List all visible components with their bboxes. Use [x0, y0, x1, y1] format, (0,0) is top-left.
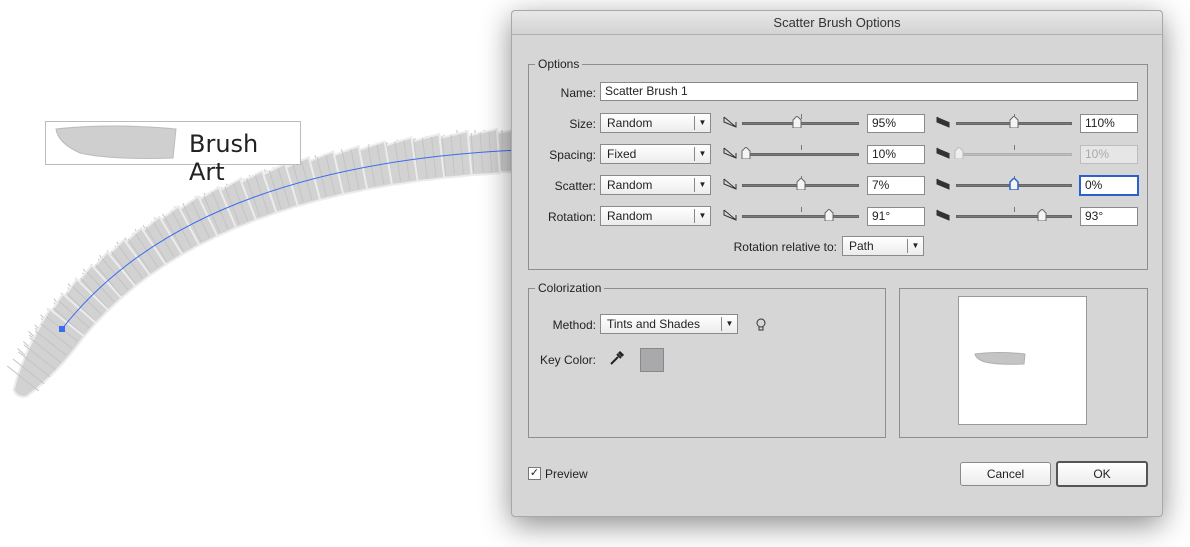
spacing-mode-value: Fixed: [607, 147, 637, 161]
chevron-down-icon: ▼: [694, 209, 710, 223]
name-input[interactable]: Scatter Brush 1: [600, 82, 1138, 101]
spacing-max-input: 10%: [1080, 145, 1138, 164]
brush-preview: [958, 296, 1087, 425]
slider-thumb[interactable]: [1009, 116, 1019, 128]
scatter-max-slider[interactable]: [956, 176, 1072, 192]
spacing-mode-select[interactable]: Fixed ▼: [600, 144, 711, 164]
size-mode-value: Random: [607, 116, 653, 130]
variation-icon: [723, 116, 737, 128]
ok-button[interactable]: OK: [1056, 461, 1148, 487]
cancel-button[interactable]: Cancel: [960, 462, 1051, 486]
scatter-max-input[interactable]: 0%: [1079, 175, 1139, 196]
size-mode-select[interactable]: Random ▼: [600, 113, 711, 133]
name-label: Name:: [560, 86, 596, 100]
slider-thumb[interactable]: [824, 209, 834, 221]
brush-art-label: Brush Art: [189, 130, 259, 186]
spacing-min-input[interactable]: 10%: [867, 145, 925, 164]
lightbulb-tips-icon[interactable]: [755, 317, 767, 333]
brush-art-thumbnail: [55, 125, 177, 159]
variation-icon: [723, 209, 737, 221]
eyedropper-icon[interactable]: [608, 350, 624, 366]
rotation-mode-value: Random: [607, 209, 653, 223]
dialog-title: Scatter Brush Options: [512, 11, 1162, 35]
rotation-min-input[interactable]: 91°: [867, 207, 925, 226]
chevron-down-icon: ▼: [694, 178, 710, 192]
rotation-min-slider[interactable]: [742, 207, 859, 223]
chevron-down-icon: ▼: [721, 317, 737, 331]
size-max-slider[interactable]: [956, 114, 1072, 130]
colorization-legend: Colorization: [535, 281, 605, 295]
chevron-down-icon: ▼: [694, 147, 710, 161]
scatter-mode-value: Random: [607, 178, 653, 192]
size-max-input[interactable]: 110%: [1080, 114, 1138, 133]
scatter-mode-select[interactable]: Random ▼: [600, 175, 711, 195]
variation-icon: [936, 147, 950, 159]
scatter-min-input[interactable]: 7%: [867, 176, 925, 195]
preview-checkbox[interactable]: ✓: [528, 467, 541, 480]
variation-icon: [936, 178, 950, 190]
brush-art-sample: Brush Art: [45, 121, 301, 186]
slider-thumb[interactable]: [741, 147, 751, 159]
rotation-relative-select[interactable]: Path ▼: [842, 236, 924, 256]
spacing-max-slider: [954, 145, 1072, 161]
method-select[interactable]: Tints and Shades ▼: [600, 314, 738, 334]
scatter-brush-artwork: [6, 126, 520, 398]
method-label: Method:: [552, 318, 596, 332]
variation-icon: [936, 209, 950, 221]
scatter-brush-options-dialog: Scatter Brush Options Options Name: Scat…: [511, 10, 1163, 517]
spacing-min-slider[interactable]: [741, 145, 859, 161]
rotation-max-input[interactable]: 93°: [1080, 207, 1138, 226]
rotation-label: Rotation:: [547, 210, 596, 224]
size-min-slider[interactable]: [742, 114, 859, 130]
rotation-mode-select[interactable]: Random ▼: [600, 206, 711, 226]
chevron-down-icon: ▼: [694, 116, 710, 130]
options-legend: Options: [535, 57, 583, 71]
slider-thumb[interactable]: [792, 116, 802, 128]
slider-thumb[interactable]: [1037, 209, 1047, 221]
variation-icon: [723, 178, 737, 190]
anchor-point[interactable]: [59, 326, 65, 332]
rotation-max-slider[interactable]: [956, 207, 1072, 223]
size-min-input[interactable]: 95%: [867, 114, 925, 133]
rotation-relative-label: Rotation relative to:: [733, 240, 837, 254]
key-color-swatch[interactable]: [640, 348, 664, 372]
rotation-relative-value: Path: [849, 239, 874, 253]
slider-thumb[interactable]: [1009, 178, 1019, 190]
key-color-label: Key Color:: [539, 353, 596, 367]
variation-icon: [936, 116, 950, 128]
brush-preview-art: [974, 352, 1026, 365]
variation-icon: [723, 147, 737, 159]
scatter-min-slider[interactable]: [742, 176, 859, 192]
slider-thumb[interactable]: [796, 178, 806, 190]
preview-label: Preview: [545, 467, 588, 481]
chevron-down-icon: ▼: [907, 239, 923, 253]
slider-thumb: [954, 147, 964, 159]
method-value: Tints and Shades: [607, 317, 700, 331]
scatter-label: Scatter:: [554, 179, 596, 193]
spacing-label: Spacing:: [549, 148, 596, 162]
size-label: Size:: [569, 117, 596, 131]
